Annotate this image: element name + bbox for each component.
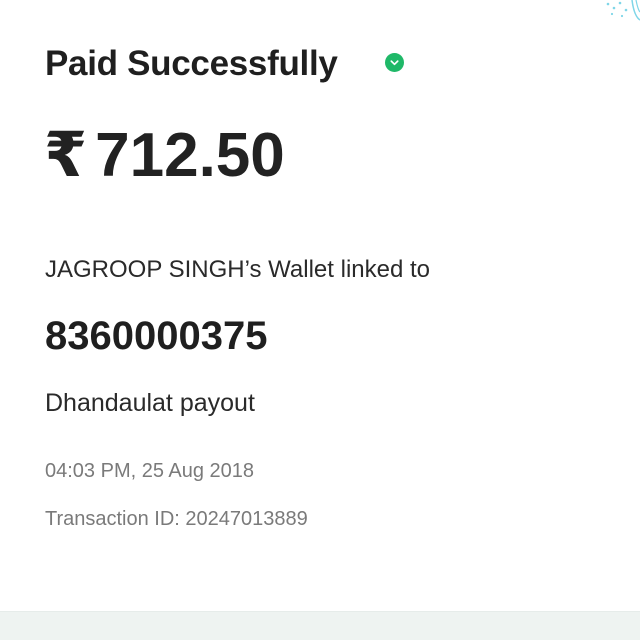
bottom-divider-band xyxy=(0,611,640,640)
status-title: Paid Successfully xyxy=(45,44,338,83)
amount-value: 712.50 xyxy=(95,121,285,190)
decorative-dots-graphic xyxy=(550,0,640,30)
check-circle-icon xyxy=(385,53,404,72)
transaction-id: Transaction ID: 20247013889 xyxy=(45,508,308,530)
payment-timestamp: 04:03 PM, 25 Aug 2018 xyxy=(45,460,255,482)
amount-display: ₹712.50 xyxy=(44,120,285,192)
payment-note: Dhandaulat payout xyxy=(45,389,255,417)
linked-phone-number: 8360000375 xyxy=(45,314,268,358)
currency-symbol: ₹ xyxy=(44,121,88,190)
wallet-linked-label: JAGROOP SINGH’s Wallet linked to xyxy=(45,256,431,283)
status-header: Paid Successfully xyxy=(45,42,338,86)
payment-receipt-screen: Paid Successfully ₹712.50 JAGROOP SINGH’… xyxy=(0,0,640,640)
